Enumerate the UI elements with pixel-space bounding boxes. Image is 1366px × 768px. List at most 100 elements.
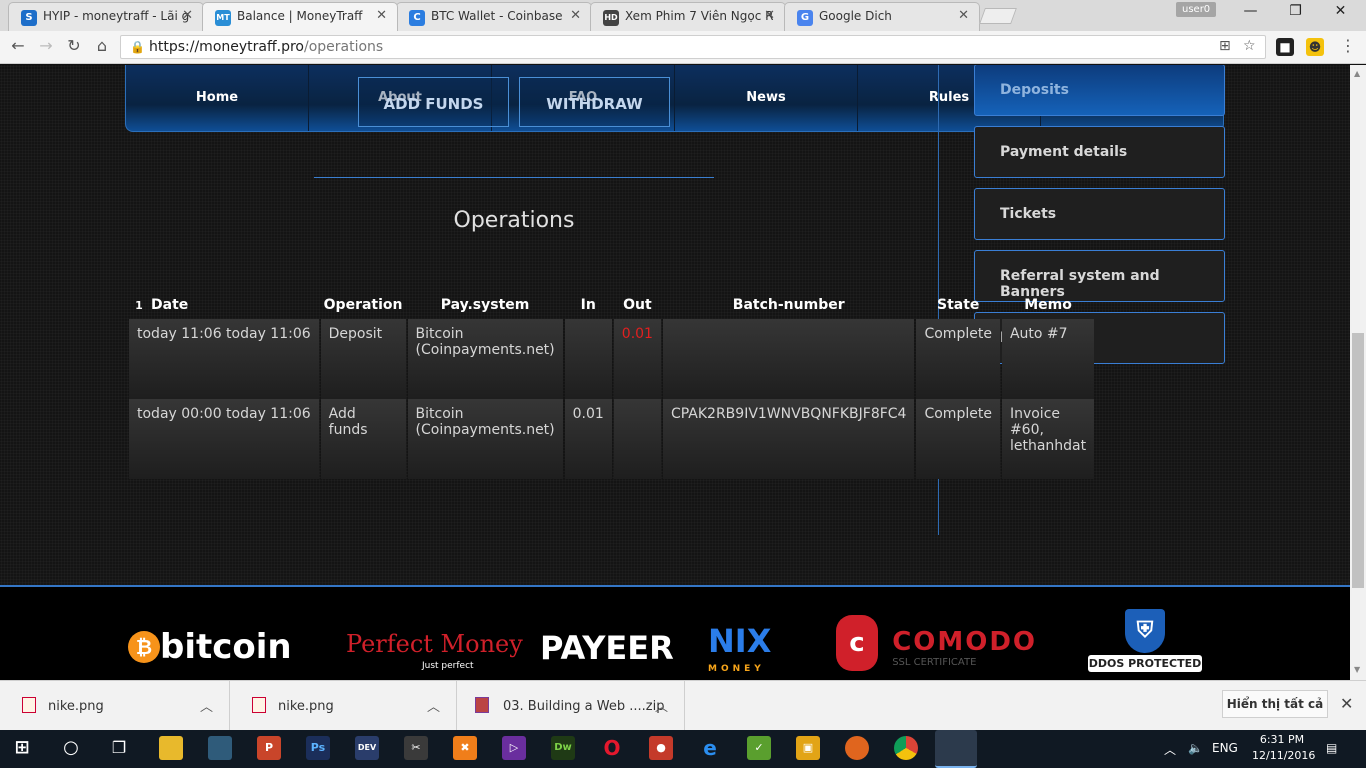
new-tab-button[interactable] [979,8,1017,24]
app-icon[interactable]: ● [649,736,673,760]
cell-batch [662,319,915,399]
system-clock[interactable]: 6:31 PM 12/11/2016 [1252,732,1316,764]
chevron-up-icon[interactable]: ︿ [655,696,668,715]
home-icon[interactable]: ⌂ [91,36,113,55]
windows-start-icon[interactable]: ⊞ [10,736,34,760]
volume-icon[interactable]: 🔈 [1188,741,1203,755]
close-tab-icon[interactable]: ✕ [570,8,581,23]
scrollbar-thumb[interactable] [1352,333,1364,588]
extension-icon[interactable]: ☻ [1306,38,1324,56]
title-divider [314,177,714,178]
ddos-protected-badge: ⛨ DDOS PROTECTED [1088,609,1202,672]
show-all-downloads-button[interactable]: Hiển thị tất cả [1222,690,1328,718]
page-content: Home About FAQ News Rules Contacts ADD F… [0,65,1350,680]
browser-toolbar: ← → ↻ ⌂ 🔒 https://moneytraff.pro/operati… [0,31,1366,64]
opera-icon[interactable]: O [600,736,624,760]
reload-icon[interactable]: ↻ [63,36,85,55]
close-tab-icon[interactable]: ✕ [764,8,775,23]
star-bookmark-icon[interactable]: ☆ [1243,38,1256,54]
devcpp-icon[interactable]: DEV [355,736,379,760]
scroll-up-icon[interactable]: ▲ [1354,69,1360,78]
nav-news[interactable]: News [675,65,858,131]
image-file-icon [252,697,266,713]
browser-tab[interactable]: G Google Dich ✕ [784,2,980,31]
notifications-icon[interactable]: ▤ [1326,741,1337,755]
browser-tab-active[interactable]: MT Balance | MoneyTraff ✕ [202,2,398,31]
app-icon[interactable]: ✓ [747,736,771,760]
header-in: In [580,297,596,313]
downloads-bar: nike.png ︿ nike.png ︿ 03. Building a Web… [0,680,1366,731]
forward-arrow-icon[interactable]: → [35,36,57,55]
task-view-icon[interactable]: ❐ [107,736,131,760]
restore-icon[interactable]: ❐ [1273,3,1318,19]
perfect-money-wordmark: Perfect Money [346,630,523,658]
download-item[interactable]: 03. Building a Web ....zip ︿ [457,681,685,731]
image-file-icon [22,697,36,713]
minimize-icon[interactable]: — [1228,3,1273,19]
chrome-active-app-icon[interactable] [935,730,977,768]
cortana-search-icon[interactable]: ○ [59,736,83,760]
browser-tab[interactable]: S HYIP - moneytraff - Lãi g ✕ [8,2,204,31]
close-downloads-icon[interactable]: ✕ [1340,694,1353,713]
close-tab-icon[interactable]: ✕ [958,8,969,23]
tab-title: Xem Phim 7 Viên Ngọc R [625,9,774,23]
input-language[interactable]: ENG [1212,741,1238,755]
chevron-up-icon[interactable]: ︿ [1164,741,1176,758]
cell-date: today 11:06 today 11:06 [129,319,319,399]
tab-favicon-icon: MT [215,10,231,26]
chevron-up-icon[interactable]: ︿ [427,696,440,715]
download-item[interactable]: nike.png ︿ [230,681,457,731]
visual-studio-icon[interactable]: ▷ [502,736,526,760]
tab-title: Google Dich [819,9,892,23]
operations-table: 1 Date Operation Pay.system In Out Batch… [127,291,1096,479]
firefox-icon[interactable] [845,736,869,760]
xampp-icon[interactable]: ✖ [453,736,477,760]
withdraw-button[interactable]: WITHDRAW [519,77,670,127]
close-tab-icon[interactable]: ✕ [182,8,193,23]
translate-icon[interactable]: ⊞ [1219,38,1231,54]
tools-icon[interactable]: ✂ [404,736,428,760]
comodo-logo: c COMODO SSL CERTIFICATE [836,615,1037,671]
cell-operation: Deposit [320,319,406,399]
chrome-icon[interactable] [894,736,918,760]
download-filename: nike.png [48,699,104,714]
nav-home[interactable]: Home [126,65,309,131]
download-item[interactable]: nike.png ︿ [0,681,230,731]
app-icon[interactable] [208,736,232,760]
add-funds-button[interactable]: ADD FUNDS [358,77,509,127]
dreamweaver-icon[interactable]: Dw [551,736,575,760]
scroll-down-icon[interactable]: ▼ [1354,665,1360,674]
chevron-up-icon[interactable]: ︿ [200,696,213,715]
side-item-payment-details[interactable]: Payment details [974,126,1225,178]
header-pay-system: Pay.system [440,297,530,313]
address-bar[interactable]: 🔒 https://moneytraff.pro/operations ⊞ ☆ [120,35,1266,59]
lock-icon: 🔒 [130,40,145,54]
cell-state: Complete [916,319,1000,399]
page-number-header[interactable]: 1 [129,291,149,319]
browser-tab[interactable]: C BTC Wallet - Coinbase ✕ [396,2,592,31]
footer-logos: ₿ bitcoin Perfect Money Just perfect PAYE… [0,585,1350,680]
extension-icon[interactable]: ■ [1276,38,1294,56]
clock-time: 6:31 PM [1259,733,1305,746]
menu-icon[interactable]: ⋮ [1337,36,1359,55]
back-arrow-icon[interactable]: ← [7,36,29,55]
nix-money-caption: MONEY [708,664,765,674]
file-explorer-icon[interactable] [159,736,183,760]
close-window-icon[interactable]: ✕ [1318,3,1363,19]
cell-pay-system: Bitcoin (Coinpayments.net) [407,319,563,399]
cell-pay-system: Bitcoin (Coinpayments.net) [407,399,563,479]
side-item-deposits[interactable]: Deposits [974,65,1225,116]
user-profile-badge[interactable]: user0 [1176,2,1217,17]
ddos-caption: DDOS PROTECTED [1088,655,1202,672]
close-tab-icon[interactable]: ✕ [376,8,387,23]
photoshop-icon[interactable]: Ps [306,736,330,760]
app-icon[interactable]: ▣ [796,736,820,760]
browser-tab[interactable]: HD Xem Phim 7 Viên Ngọc R ✕ [590,2,786,31]
powerpoint-icon[interactable]: P [257,736,281,760]
page-scrollbar[interactable]: ▲ ▼ [1350,65,1366,680]
side-item-tickets[interactable]: Tickets [974,188,1225,240]
bitcoin-logo: ₿ bitcoin [128,627,292,667]
clock-date: 12/11/2016 [1252,749,1316,762]
windows-taskbar: ⊞ ○ ❐ P Ps DEV ✂ ✖ ▷ Dw O ● e ✓ ▣ ︿ 🔈 EN… [0,730,1366,768]
edge-icon[interactable]: e [698,736,722,760]
